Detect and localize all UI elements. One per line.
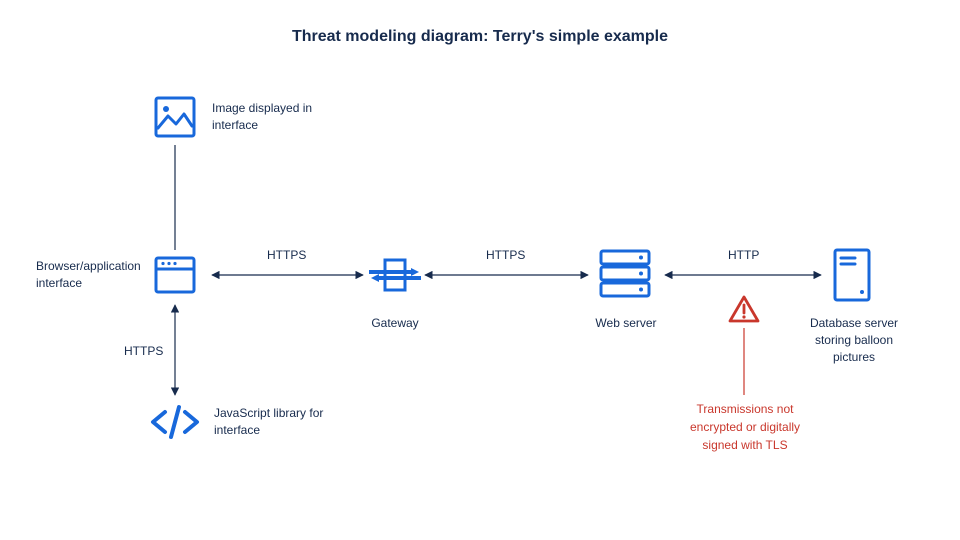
node-database-label: Database server storing balloon pictures [800,315,908,365]
browser-icon [150,250,200,300]
warning-label: Transmissions not encrypted or digitally… [680,400,810,454]
node-image-label: Image displayed in interface [212,100,332,134]
node-gateway [365,250,425,300]
warning-marker [728,294,760,324]
diagram-canvas: Threat modeling diagram: Terry's simple … [0,0,960,540]
server-icon [595,247,655,301]
conn-gateway-webserver-label: HTTPS [486,248,525,262]
conn-webserver-database-label: HTTP [728,248,759,262]
conn-browser-jslib-label: HTTPS [124,344,163,358]
node-jslib [147,397,203,447]
image-icon [150,92,200,142]
warning-icon [728,294,760,324]
database-server-icon [830,246,874,304]
node-gateway-label: Gateway [355,315,435,332]
node-database [830,246,874,304]
node-webserver [595,247,655,301]
diagram-title: Threat modeling diagram: Terry's simple … [0,28,960,46]
gateway-icon [365,250,425,300]
node-jslib-label: JavaScript library for interface [214,405,344,439]
node-webserver-label: Web server [590,315,662,332]
node-image [150,92,200,142]
node-browser [150,250,200,300]
node-browser-label: Browser/application interface [36,258,146,292]
conn-browser-gateway-label: HTTPS [267,248,306,262]
code-icon [147,397,203,447]
